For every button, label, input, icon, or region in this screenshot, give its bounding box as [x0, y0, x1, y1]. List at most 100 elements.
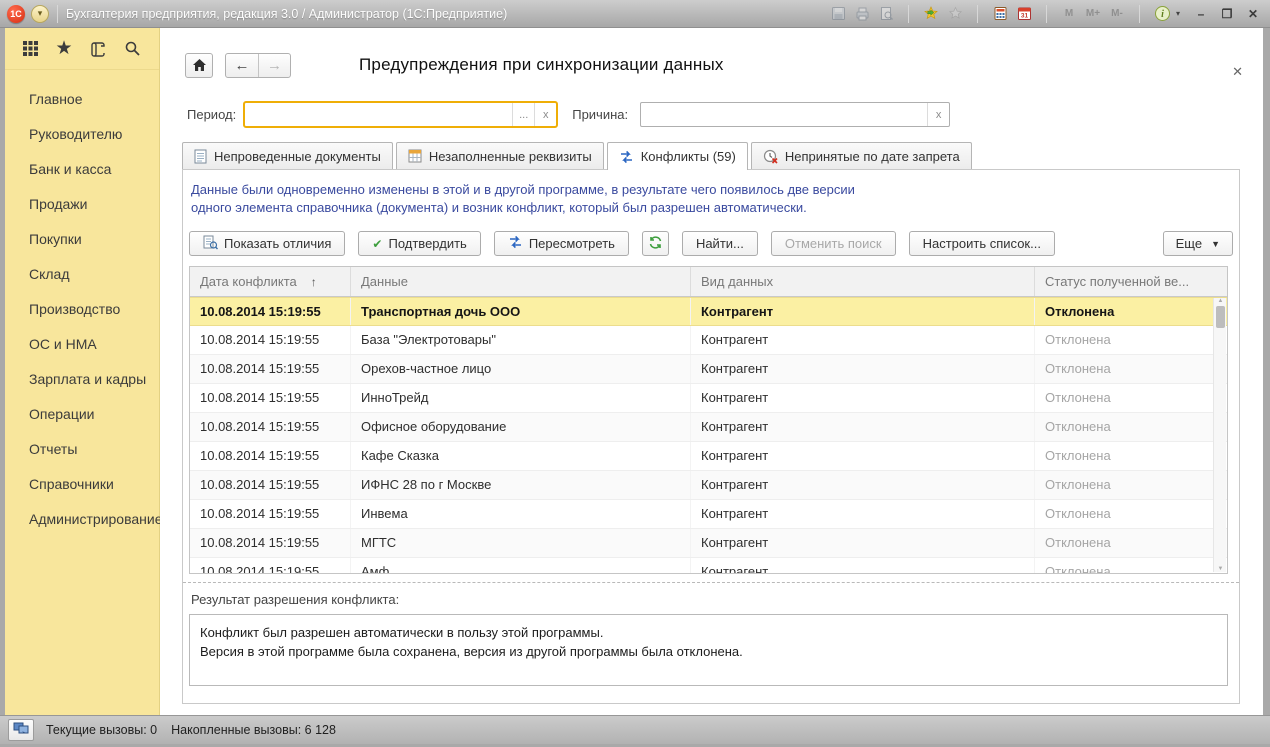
result-label: Результат разрешения конфликта:: [191, 592, 1239, 607]
titlebar: 1С ▾ Бухгалтерия предприятия, редакция 3…: [0, 0, 1270, 28]
calendar-icon[interactable]: 31: [1014, 4, 1034, 24]
tab-unfilled-attributes[interactable]: Незаполненные реквизиты: [396, 142, 604, 169]
sidebar-item-administration[interactable]: Администрирование: [5, 502, 159, 537]
history-icon[interactable]: [87, 38, 109, 60]
table-row[interactable]: 10.08.2014 15:19:55 База "Электротовары"…: [190, 326, 1227, 355]
more-button[interactable]: Еще ▼: [1163, 231, 1233, 256]
table-row[interactable]: 10.08.2014 15:19:55 Офисное оборудование…: [190, 413, 1227, 442]
print-preview-icon[interactable]: [876, 4, 896, 24]
memory-subtract-icon[interactable]: M-: [1107, 4, 1127, 24]
status-badge: Отклонена: [1035, 529, 1213, 557]
menu-grid-icon[interactable]: [19, 38, 41, 60]
period-ellipsis-button[interactable]: ...: [512, 103, 534, 126]
scroll-up-icon[interactable]: ▲: [1214, 298, 1227, 304]
sidebar-item-sales[interactable]: Продажи: [5, 187, 159, 222]
table-row[interactable]: 10.08.2014 15:19:55 Транспортная дочь ОО…: [190, 297, 1227, 326]
forward-button[interactable]: →: [258, 54, 290, 77]
info-icon[interactable]: i: [1152, 4, 1172, 24]
period-label: Период:: [187, 107, 236, 122]
column-data[interactable]: Данные: [351, 267, 691, 296]
tab-rejected-by-date[interactable]: Непринятые по дате запрета: [751, 142, 972, 169]
document-icon: [194, 149, 207, 164]
scrollbar-thumb[interactable]: [1216, 306, 1225, 328]
sidebar-item-salary-hr[interactable]: Зарплата и кадры: [5, 362, 159, 397]
maximize-button[interactable]: ❐: [1216, 4, 1238, 24]
reason-clear-icon[interactable]: x: [927, 103, 949, 126]
sections-list: Главное Руководителю Банк и касса Продаж…: [5, 70, 159, 537]
form-close-icon[interactable]: ✕: [1232, 64, 1243, 80]
confirm-button[interactable]: ✔ Подтвердить: [358, 231, 480, 256]
close-button[interactable]: ✕: [1242, 4, 1264, 24]
warning-tabs: Непроведенные документы Незаполненные ре…: [182, 142, 1263, 169]
status-badge: Отклонена: [1035, 326, 1213, 354]
sidebar-item-production[interactable]: Производство: [5, 292, 159, 327]
favorites-icon[interactable]: [945, 4, 965, 24]
add-favorite-icon[interactable]: [921, 4, 941, 24]
review-button[interactable]: Пересмотреть: [494, 231, 629, 256]
tab-unposted-documents[interactable]: Непроведенные документы: [182, 142, 393, 169]
table-row[interactable]: 10.08.2014 15:19:55 ИФНС 28 по г Москве …: [190, 471, 1227, 500]
tab-conflicts[interactable]: Конфликты (59): [607, 142, 748, 170]
memory-add-icon[interactable]: M+: [1083, 4, 1103, 24]
status-badge: Отклонена: [1035, 384, 1213, 412]
svg-text:i: i: [1161, 9, 1164, 20]
period-clear-icon[interactable]: x: [534, 103, 556, 126]
sidebar-item-warehouse[interactable]: Склад: [5, 257, 159, 292]
1c-logo: 1С: [7, 5, 25, 23]
table-row[interactable]: 10.08.2014 15:19:55 Амф Контрагент Откло…: [190, 558, 1227, 573]
calculator-icon[interactable]: [990, 4, 1010, 24]
column-data-kind[interactable]: Вид данных: [691, 267, 1035, 296]
scroll-down-icon[interactable]: ▼: [1214, 566, 1227, 572]
conflicts-table: Дата конфликта ↑ Данные Вид данных Стату…: [189, 266, 1228, 574]
check-icon: ✔: [372, 237, 382, 251]
system-menu-button[interactable]: ▾: [31, 5, 49, 23]
column-status[interactable]: Статус полученной ве...: [1035, 267, 1213, 296]
sidebar-item-operations[interactable]: Операции: [5, 397, 159, 432]
page-title: Предупреждения при синхронизации данных: [359, 55, 724, 75]
status-badge: Отклонена: [1035, 442, 1213, 470]
accumulated-calls-text: Накопленные вызовы: 6 128: [171, 723, 336, 737]
back-button[interactable]: ←: [226, 54, 258, 77]
sidebar-item-manager[interactable]: Руководителю: [5, 117, 159, 152]
period-input[interactable]: [245, 103, 512, 126]
result-text-box: Конфликт был разрешен автоматически в по…: [189, 614, 1228, 686]
refresh-button[interactable]: [642, 231, 669, 256]
status-badge: Отклонена: [1035, 298, 1213, 325]
show-differences-button[interactable]: Показать отличия: [189, 231, 345, 256]
column-conflict-date[interactable]: Дата конфликта ↑: [190, 267, 351, 296]
performance-indicator-button[interactable]: [8, 719, 34, 741]
sidebar-item-purchases[interactable]: Покупки: [5, 222, 159, 257]
print-icon[interactable]: [852, 4, 872, 24]
find-button[interactable]: Найти...: [682, 231, 758, 256]
titlebar-separator: [57, 5, 58, 23]
favorites-star-icon[interactable]: ★: [53, 38, 75, 60]
sidebar-item-directories[interactable]: Справочники: [5, 467, 159, 502]
table-vertical-scrollbar[interactable]: ▲ ▼: [1213, 298, 1226, 572]
table-row[interactable]: 10.08.2014 15:19:55 Орехов-частное лицо …: [190, 355, 1227, 384]
info-caret-icon[interactable]: ▾: [1176, 9, 1186, 18]
reason-input[interactable]: [641, 103, 927, 126]
current-calls-text: Текущие вызовы: 0: [46, 723, 157, 737]
sidebar-item-main[interactable]: Главное: [5, 82, 159, 117]
table-row[interactable]: 10.08.2014 15:19:55 МГТС Контрагент Откл…: [190, 529, 1227, 558]
save-icon[interactable]: [828, 4, 848, 24]
chevron-down-icon: ▼: [1211, 239, 1220, 249]
sidebar-item-reports[interactable]: Отчеты: [5, 432, 159, 467]
refresh-icon: [648, 235, 663, 253]
memory-recall-icon[interactable]: M: [1059, 4, 1079, 24]
svg-text:31: 31: [1020, 13, 1028, 20]
table-row[interactable]: 10.08.2014 15:19:55 Инвема Контрагент От…: [190, 500, 1227, 529]
table-row[interactable]: 10.08.2014 15:19:55 Кафе Сказка Контраге…: [190, 442, 1227, 471]
search-icon[interactable]: [121, 38, 143, 60]
home-button[interactable]: [185, 53, 213, 78]
window-title: Бухгалтерия предприятия, редакция 3.0 / …: [66, 7, 828, 21]
titlebar-separator: [1046, 5, 1047, 23]
configure-list-button[interactable]: Настроить список...: [909, 231, 1055, 256]
reason-field: x: [640, 102, 950, 127]
minimize-button[interactable]: –: [1190, 4, 1212, 24]
cancel-search-button[interactable]: Отменить поиск: [771, 231, 896, 256]
sidebar-item-bank-cash[interactable]: Банк и касса: [5, 152, 159, 187]
sidebar-item-fixed-assets[interactable]: ОС и НМА: [5, 327, 159, 362]
table-row[interactable]: 10.08.2014 15:19:55 ИнноТрейд Контрагент…: [190, 384, 1227, 413]
titlebar-separator: [977, 5, 978, 23]
